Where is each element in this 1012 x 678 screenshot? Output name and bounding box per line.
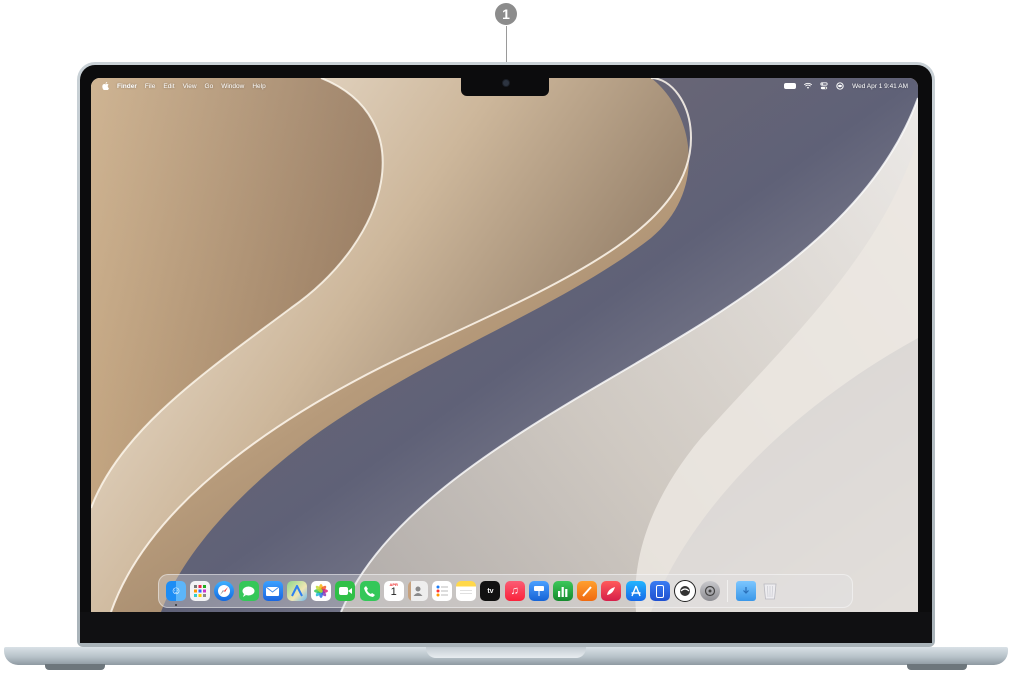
- menu-help[interactable]: Help: [252, 83, 265, 90]
- facetime-icon[interactable]: [335, 581, 356, 601]
- lid-opening-notch: [426, 647, 586, 658]
- app-store-icon[interactable]: [625, 581, 646, 601]
- menubar-clock[interactable]: Wed Apr 1 9:41 AM: [852, 83, 908, 90]
- contacts-icon[interactable]: [407, 581, 428, 601]
- laptop-foot-right: [907, 664, 967, 670]
- launchpad-icon[interactable]: [190, 581, 211, 601]
- menu-go[interactable]: Go: [205, 83, 214, 90]
- finder-icon[interactable]: ☺: [166, 581, 186, 606]
- photos-icon[interactable]: [311, 581, 332, 601]
- music-icon[interactable]: ♫: [504, 581, 525, 601]
- keynote-icon[interactable]: [528, 581, 549, 601]
- desktop-screen[interactable]: Finder File Edit View Go Window Help Wed…: [91, 78, 918, 612]
- reminders-icon[interactable]: [432, 581, 453, 601]
- control-center-icon[interactable]: [820, 82, 828, 90]
- dock: ☺ APR 1 tv ♫: [158, 574, 853, 608]
- rocket-app-icon[interactable]: [601, 581, 622, 601]
- siri-icon[interactable]: [836, 82, 844, 90]
- apple-menu-icon[interactable]: [102, 82, 109, 90]
- messages-icon[interactable]: [238, 581, 259, 601]
- menu-finder[interactable]: Finder: [117, 83, 137, 90]
- menu-window[interactable]: Window: [221, 83, 244, 90]
- trash-icon[interactable]: [760, 581, 780, 601]
- calendar-day: 1: [390, 586, 397, 598]
- tv-label: tv: [487, 587, 494, 595]
- dock-separator: [727, 580, 729, 602]
- pages-icon[interactable]: [577, 581, 598, 601]
- maps-icon[interactable]: [286, 581, 307, 601]
- chatgpt-icon[interactable]: [673, 580, 696, 602]
- iphone-mirroring-icon[interactable]: [649, 581, 670, 601]
- camera-icon: [503, 80, 509, 86]
- downloads-folder-icon[interactable]: [735, 581, 756, 601]
- numbers-icon[interactable]: [553, 581, 573, 601]
- system-settings-icon[interactable]: [700, 581, 721, 601]
- menu-edit[interactable]: Edit: [163, 83, 174, 90]
- phone-icon[interactable]: [359, 581, 380, 601]
- wifi-icon[interactable]: [804, 82, 813, 90]
- menu-view[interactable]: View: [183, 83, 197, 90]
- tv-icon[interactable]: tv: [480, 581, 501, 601]
- calendar-icon[interactable]: APR 1: [383, 581, 404, 601]
- menu-file[interactable]: File: [145, 83, 155, 90]
- callout-badge: 1: [495, 3, 517, 25]
- laptop-foot-left: [45, 664, 105, 670]
- mail-icon[interactable]: [262, 581, 283, 601]
- running-indicator: [175, 604, 177, 606]
- screen-chin: [80, 612, 932, 643]
- battery-icon[interactable]: [784, 83, 797, 89]
- wallpaper: [91, 78, 918, 612]
- notes-icon[interactable]: [456, 581, 477, 601]
- safari-icon[interactable]: [214, 581, 235, 601]
